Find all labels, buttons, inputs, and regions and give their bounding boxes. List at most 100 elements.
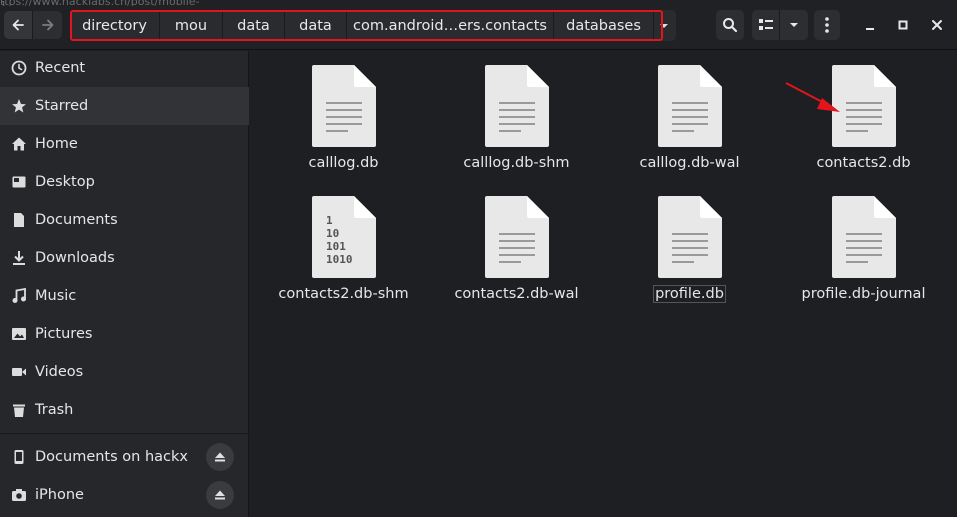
sidebar-item-videos[interactable]: Videos: [0, 353, 249, 391]
file-item-profile-db[interactable]: profile.db: [603, 182, 776, 303]
breadcrumb-item-directory[interactable]: directory: [70, 10, 160, 41]
file-name-wrapper: profile.db: [603, 285, 776, 303]
arrow-right-icon: [41, 19, 53, 31]
caret-down-icon: [790, 23, 798, 27]
header-bar: ttps://www.hacklabs.cn/post/mobile-1 dir…: [0, 0, 957, 50]
text-file-icon: [658, 196, 722, 278]
file-item-calllog-db-wal[interactable]: calllog.db-wal: [603, 51, 776, 171]
breadcrumb: directory mou data data com.android…ers.…: [70, 10, 676, 41]
phone-icon: [10, 448, 28, 466]
watermark-text: ttps://www.hacklabs.cn/post/mobile-1: [0, 0, 200, 6]
sidebar-item-recent[interactable]: Recent: [0, 49, 249, 87]
file-name: profile.db-journal: [801, 286, 926, 302]
file-grid: calllog.db calllog.db-shm calllog.db-wal…: [250, 51, 957, 517]
sidebar-item-label: Downloads: [35, 250, 115, 266]
navigation-buttons: [4, 11, 62, 39]
sidebar-item-label: Home: [35, 136, 78, 152]
sidebar-item-label: Pictures: [35, 326, 93, 342]
text-file-icon: [312, 65, 376, 147]
maximize-button[interactable]: [890, 12, 916, 38]
maximize-icon: [898, 20, 908, 30]
sidebar-item-desktop[interactable]: Desktop: [0, 163, 249, 201]
sidebar-item-music[interactable]: Music: [0, 277, 249, 315]
file-name: calllog.db-wal: [639, 155, 740, 171]
sidebar-item-label: iPhone: [35, 487, 84, 503]
sidebar-item-label: Starred: [35, 98, 89, 114]
sidebar-item-iphone[interactable]: iPhone: [0, 476, 249, 514]
camera-icon: [10, 486, 28, 504]
close-icon: [932, 20, 942, 30]
video-icon: [10, 363, 28, 381]
back-button[interactable]: [4, 11, 33, 39]
trash-icon: [10, 401, 28, 419]
sidebar: Recent Starred Home Desktop Documents Do…: [0, 51, 249, 517]
menu-button[interactable]: [814, 10, 840, 40]
breadcrumb-item-data[interactable]: data: [223, 10, 285, 41]
text-file-icon: [832, 65, 896, 147]
star-icon: [10, 97, 28, 115]
file-item-calllog-db[interactable]: calllog.db: [257, 51, 430, 171]
sidebar-item-downloads[interactable]: Downloads: [0, 239, 249, 277]
binary-file-icon: 1 10 101 1010: [312, 196, 376, 278]
eject-icon: [215, 452, 225, 462]
file-name: profile.db: [653, 285, 726, 303]
file-item-calllog-db-shm[interactable]: calllog.db-shm: [430, 51, 603, 171]
text-file-icon: [485, 65, 549, 147]
desktop-icon: [10, 173, 28, 191]
list-view-icon: [758, 19, 773, 30]
search-icon: [723, 18, 738, 33]
file-name: calllog.db-shm: [463, 155, 570, 171]
breadcrumb-item-data-2[interactable]: data: [285, 10, 347, 41]
file-item-contacts2-db[interactable]: contacts2.db: [777, 51, 950, 171]
file-name: contacts2.db: [816, 155, 911, 171]
eject-button[interactable]: [206, 481, 234, 509]
sidebar-item-home[interactable]: Home: [0, 125, 249, 163]
list-view-button[interactable]: [752, 10, 780, 40]
document-icon: [10, 211, 28, 229]
sidebar-item-documents[interactable]: Documents: [0, 201, 249, 239]
sidebar-item-label: Desktop: [35, 174, 95, 190]
view-options: [752, 10, 808, 40]
kebab-menu-icon: [825, 17, 829, 33]
sidebar-item-pictures[interactable]: Pictures: [0, 315, 249, 353]
caret-down-icon: [660, 23, 668, 28]
text-file-icon: [832, 196, 896, 278]
binary-line: 1: [326, 214, 333, 227]
forward-button[interactable]: [33, 11, 62, 39]
minimize-icon: [866, 28, 874, 30]
file-item-contacts2-db-wal[interactable]: contacts2.db-wal: [430, 182, 603, 302]
file-name: contacts2.db-wal: [454, 286, 579, 302]
close-button[interactable]: [924, 12, 950, 38]
sidebar-item-trash[interactable]: Trash: [0, 391, 249, 429]
sidebar-item-label: Recent: [35, 60, 86, 76]
breadcrumb-item-mou[interactable]: mou: [160, 10, 223, 41]
binary-line: 10: [326, 227, 339, 240]
search-button[interactable]: [716, 10, 744, 40]
sidebar-item-label: Documents: [35, 212, 118, 228]
sidebar-item-label: Trash: [35, 402, 74, 418]
file-item-profile-db-journal[interactable]: profile.db-journal: [777, 182, 950, 302]
clock-icon: [10, 59, 28, 77]
sidebar-separator: [0, 433, 249, 434]
sidebar-item-documents-on-hackx[interactable]: Documents on hackx: [0, 438, 249, 476]
home-icon: [10, 135, 28, 153]
sidebar-item-label: Videos: [35, 364, 84, 380]
sidebar-item-starred[interactable]: Starred: [0, 87, 249, 125]
breadcrumb-item-contacts-provider[interactable]: com.android…ers.contacts: [347, 10, 554, 41]
music-icon: [10, 287, 28, 305]
picture-icon: [10, 325, 28, 343]
text-file-icon: [485, 196, 549, 278]
eject-button[interactable]: [206, 443, 234, 471]
minimize-button[interactable]: [857, 12, 883, 38]
file-item-contacts2-db-shm[interactable]: 1 10 101 1010 contacts2.db-shm: [257, 182, 430, 302]
binary-line: 1010: [326, 253, 353, 266]
view-dropdown-button[interactable]: [780, 10, 808, 40]
breadcrumb-item-databases[interactable]: databases: [554, 10, 654, 41]
arrow-left-icon: [12, 19, 24, 31]
text-file-icon: [658, 65, 722, 147]
file-name: contacts2.db-shm: [278, 286, 409, 302]
eject-icon: [215, 490, 225, 500]
binary-line: 101: [326, 240, 346, 253]
path-dropdown-button[interactable]: [654, 10, 674, 41]
download-icon: [10, 249, 28, 267]
